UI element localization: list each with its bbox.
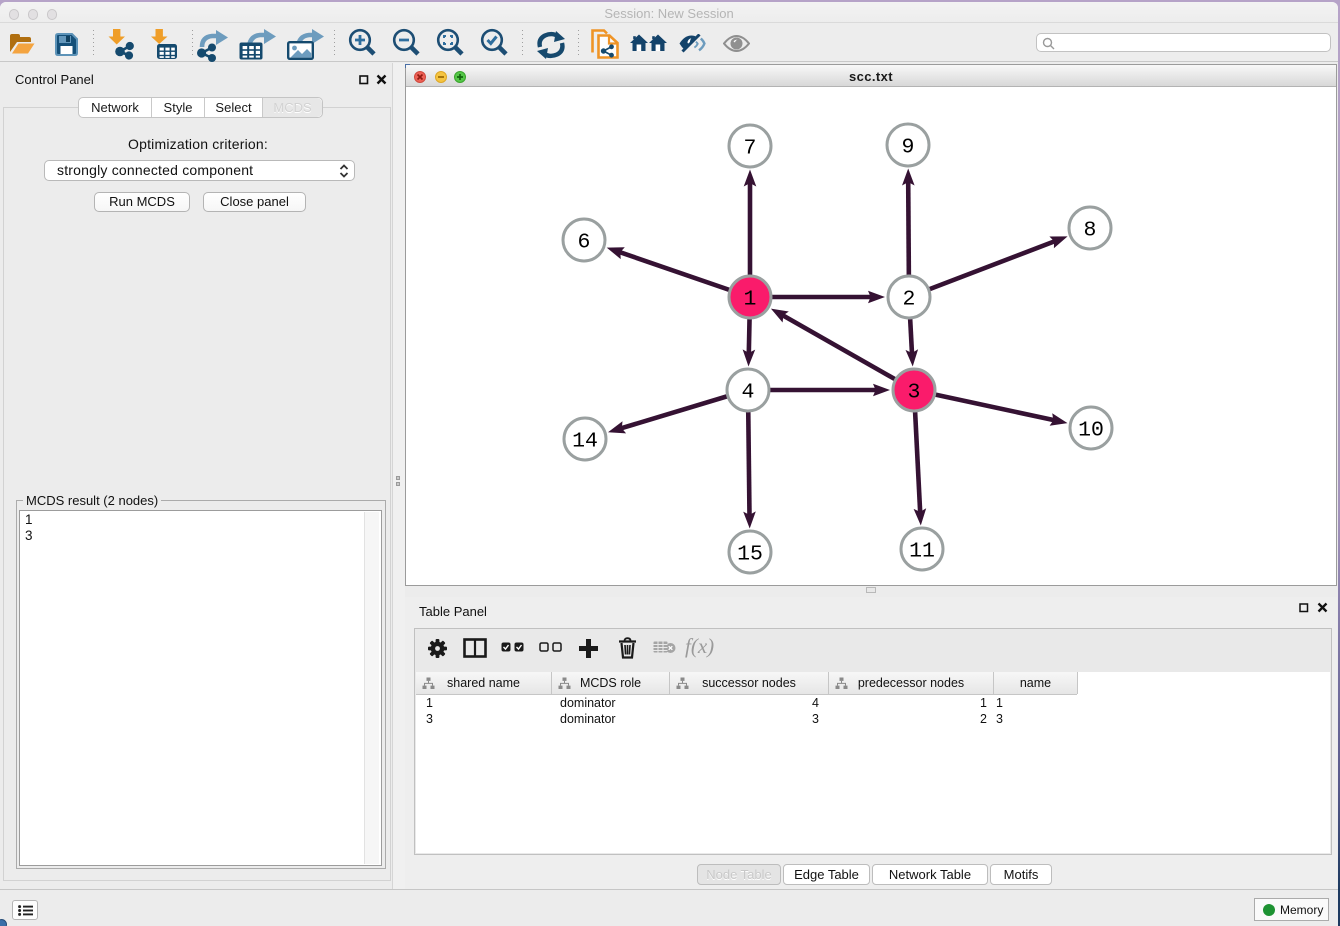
svg-text:8: 8 [1084, 219, 1097, 243]
svg-text:4: 4 [742, 381, 755, 405]
svg-text:3: 3 [908, 381, 921, 405]
svg-text:7: 7 [744, 137, 757, 161]
svg-text:1: 1 [744, 288, 757, 312]
svg-text:11: 11 [909, 540, 935, 564]
svg-text:10: 10 [1078, 419, 1104, 443]
svg-text:15: 15 [737, 543, 763, 567]
svg-text:2: 2 [903, 288, 916, 312]
svg-text:9: 9 [902, 136, 915, 160]
svg-text:14: 14 [572, 430, 598, 454]
svg-text:6: 6 [578, 231, 591, 255]
